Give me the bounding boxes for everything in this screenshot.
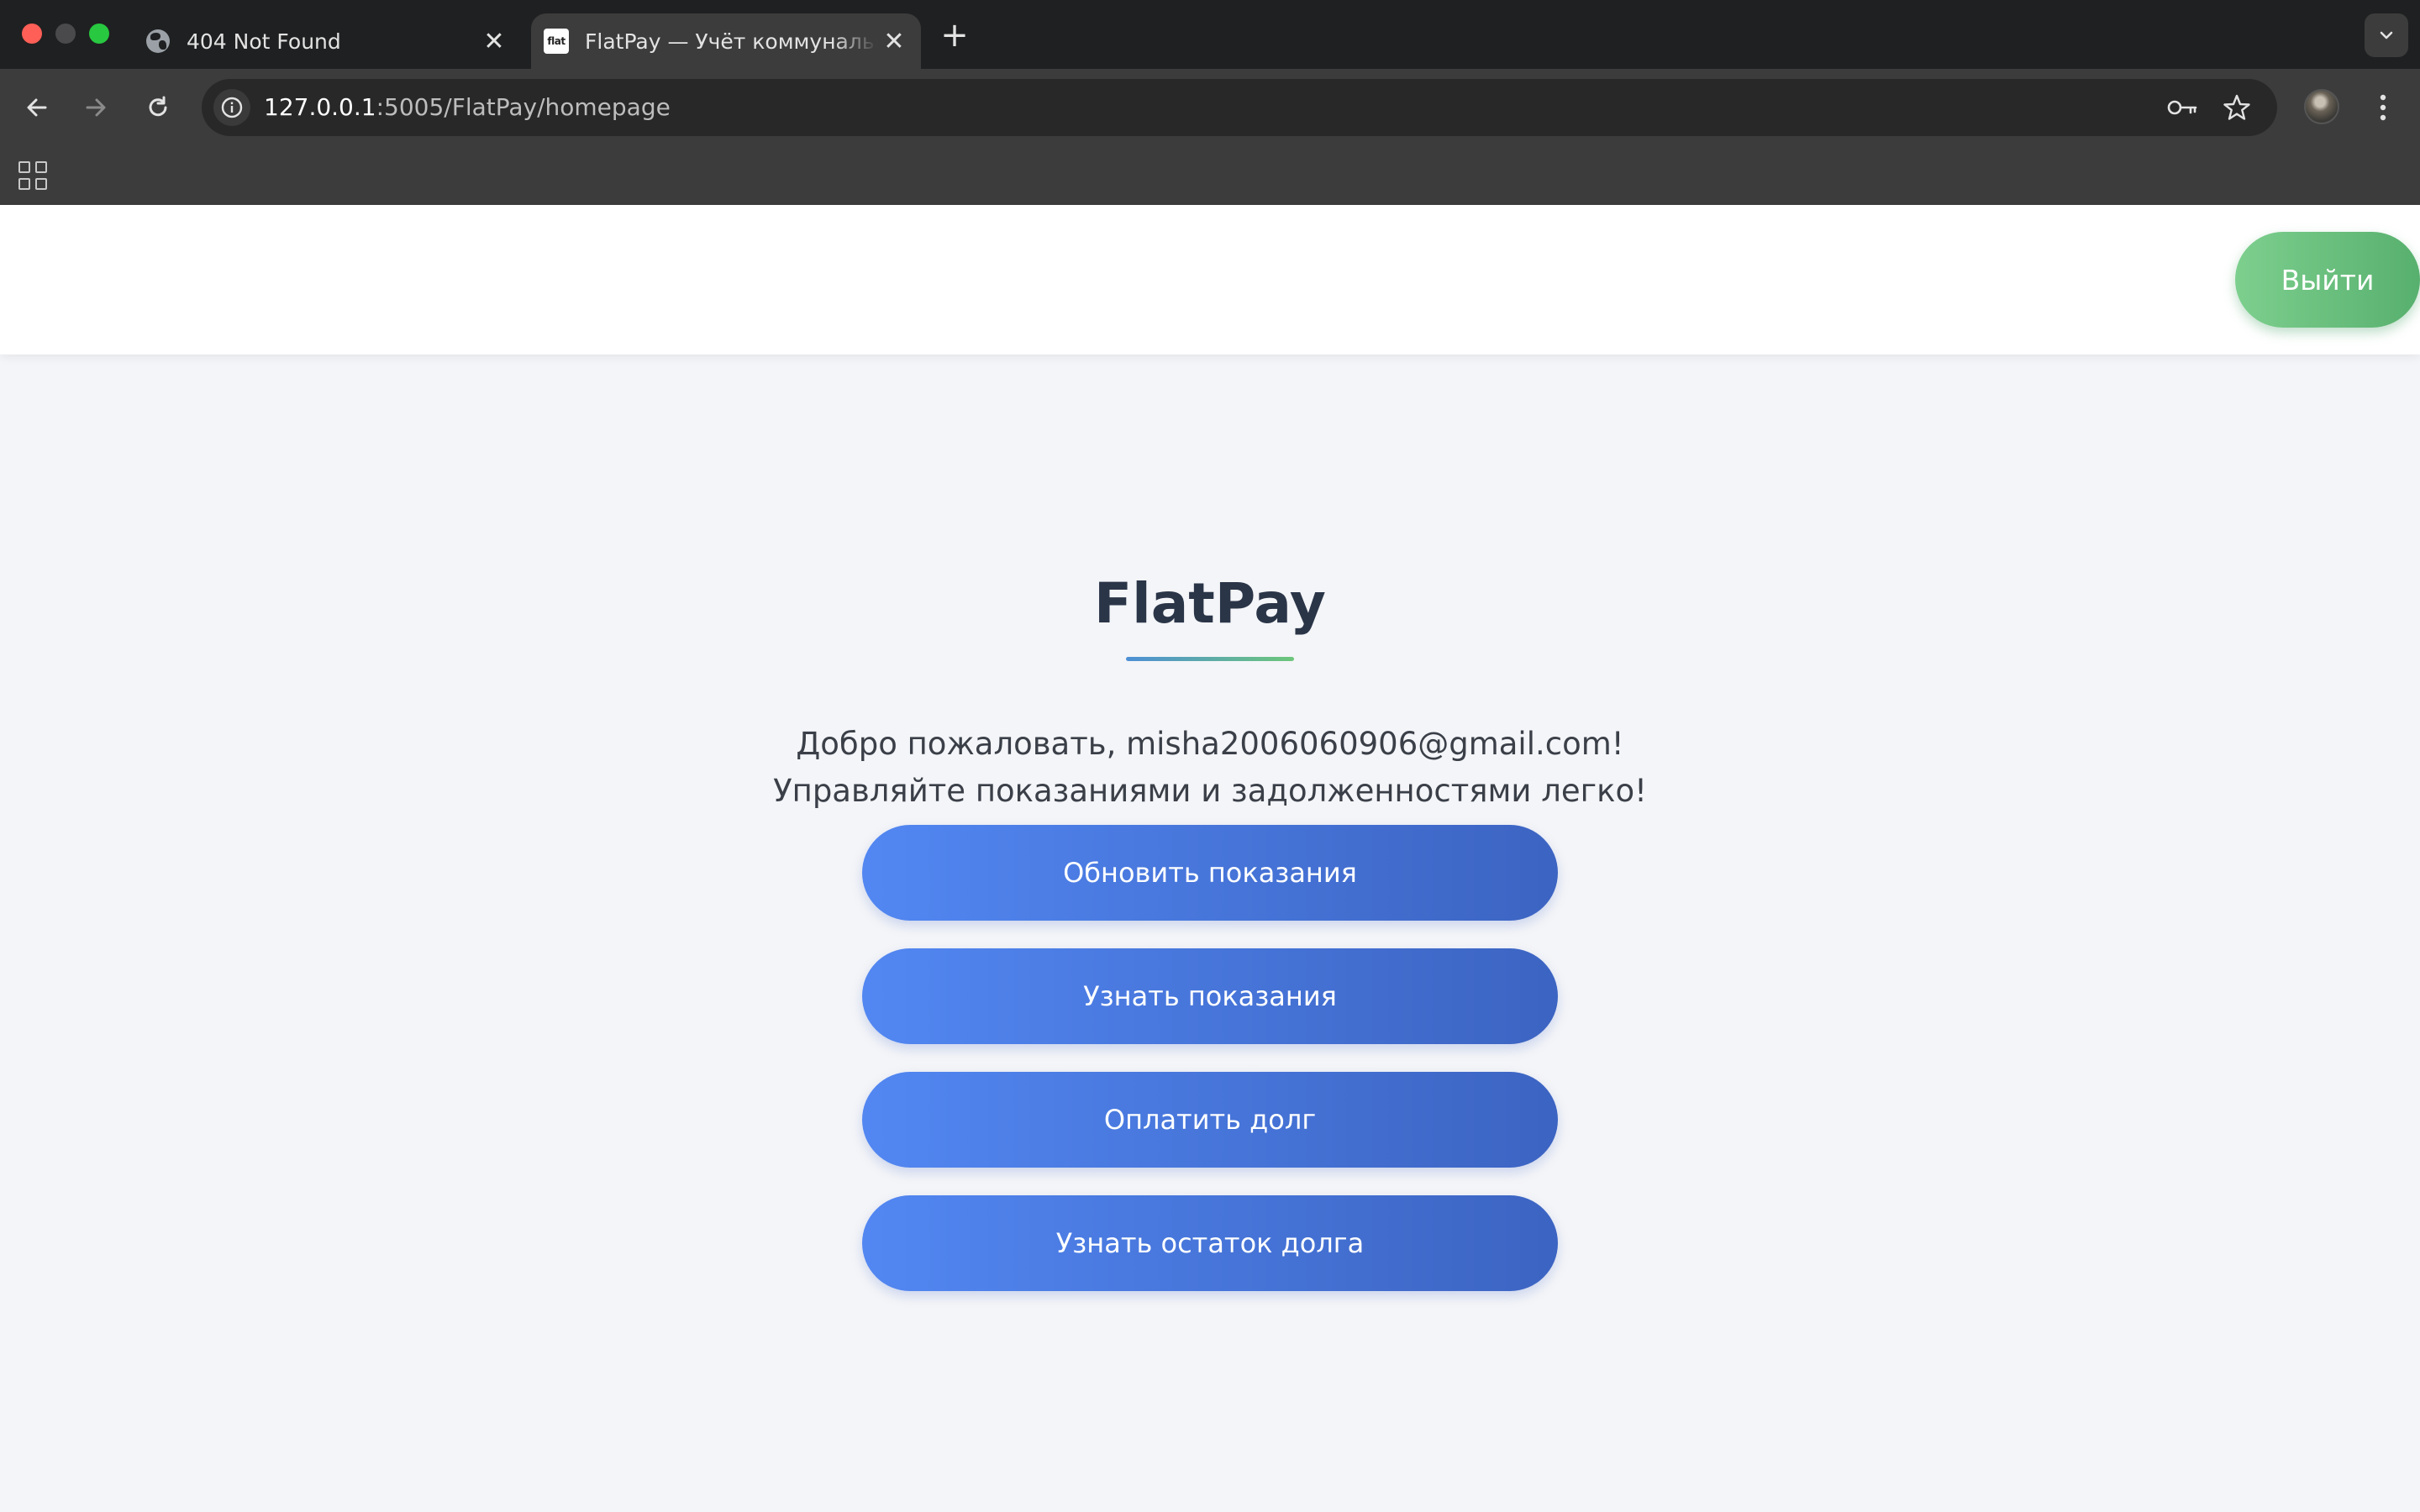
logout-button[interactable]: Выйти [2235, 232, 2420, 328]
page-title: FlatPay [1094, 571, 1326, 636]
tab-title: FlatPay — Учёт коммунальных [585, 29, 877, 54]
bookmark-star-icon[interactable] [2218, 89, 2255, 126]
tab-title: 404 Not Found [187, 29, 341, 54]
debt-balance-button[interactable]: Узнать остаток долга [862, 1195, 1558, 1291]
arrow-right-icon [86, 98, 106, 117]
title-underline [1126, 657, 1294, 661]
forward-button[interactable] [76, 87, 116, 128]
back-button[interactable] [17, 87, 57, 128]
page-content: Выйти FlatPay Добро пожаловать, misha200… [0, 205, 2420, 1512]
action-buttons: Обновить показания Узнать показания Опла… [862, 825, 1558, 1291]
apps-grid-icon[interactable] [18, 161, 47, 190]
welcome-message: Добро пожаловать, misha2006060906@gmail.… [0, 721, 2420, 815]
reload-button[interactable] [138, 87, 178, 128]
chevron-down-icon [2380, 31, 2393, 39]
view-readings-button[interactable]: Узнать показания [862, 948, 1558, 1044]
browser-menu-button[interactable] [2368, 87, 2398, 128]
window-minimize-button[interactable] [55, 24, 76, 44]
tab-close-icon[interactable]: ✕ [477, 24, 511, 58]
url-text[interactable]: 127.0.0.1:5005/FlatPay/homepage [264, 79, 671, 136]
globe-icon [145, 28, 171, 55]
flatpay-favicon-icon: flat [543, 28, 570, 55]
welcome-greeting: Добро пожаловать, misha2006060906@gmail.… [796, 726, 1624, 762]
browser-tab-strip: 404 Not Found ✕ flat FlatPay — Учёт комм… [0, 0, 2420, 69]
update-readings-button[interactable]: Обновить показания [862, 825, 1558, 921]
pay-debt-button[interactable]: Оплатить долг [862, 1072, 1558, 1168]
site-info-icon[interactable] [213, 89, 250, 126]
tab-flatpay[interactable]: flat FlatPay — Учёт коммунальных ✕ [531, 13, 921, 69]
arrow-left-icon [27, 98, 47, 117]
site-header: Выйти [0, 205, 2420, 354]
address-bar[interactable]: 127.0.0.1:5005/FlatPay/homepage [202, 79, 2277, 136]
tab-close-icon[interactable]: ✕ [877, 24, 911, 58]
browser-toolbar: 127.0.0.1:5005/FlatPay/homepage [0, 69, 2420, 146]
new-tab-button[interactable]: + [936, 18, 973, 52]
profile-avatar[interactable] [2304, 89, 2339, 124]
password-key-icon[interactable] [2165, 91, 2202, 124]
tab-404-not-found[interactable]: 404 Not Found ✕ [134, 13, 521, 69]
tab-search-button[interactable] [2365, 13, 2408, 57]
window-zoom-button[interactable] [89, 24, 109, 44]
bookmarks-bar [0, 146, 2420, 205]
more-vertical-icon [2380, 94, 2386, 121]
welcome-subtitle: Управляйте показаниями и задолженностями… [773, 773, 1647, 809]
window-close-button[interactable] [22, 24, 42, 44]
reload-icon [149, 96, 167, 117]
